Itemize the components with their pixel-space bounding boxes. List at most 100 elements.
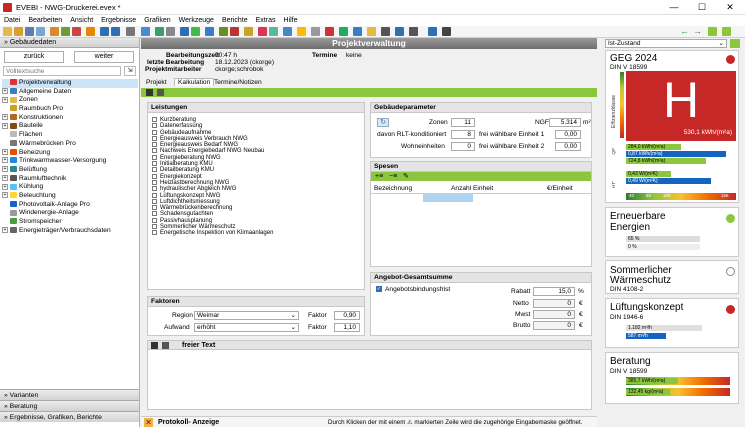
- tree-item-beleuchtung[interactable]: + Beleuchtung: [2, 192, 138, 201]
- checkbox[interactable]: [152, 217, 157, 223]
- edit-row-icon[interactable]: ✎: [403, 172, 409, 181]
- tree-item-flaechen[interactable]: Flächen: [2, 131, 138, 140]
- checkbox[interactable]: [152, 230, 157, 236]
- vent-icon[interactable]: [269, 27, 278, 36]
- green-tool-icon[interactable]: [708, 27, 717, 36]
- copy-icon[interactable]: [126, 27, 135, 36]
- warning-icon[interactable]: [325, 27, 334, 36]
- calc-small-icon[interactable]: [157, 89, 164, 96]
- tree-item-waermebruecken[interactable]: Wärmebrücken Pro: [2, 140, 138, 149]
- tree-item-beheizung[interactable]: + Beheizung: [2, 149, 138, 158]
- state-select[interactable]: Ist-Zustand ⌄: [605, 39, 727, 48]
- aufwand-select[interactable]: erhöht ⌄: [194, 323, 299, 332]
- frist-checkbox[interactable]: ✓: [376, 286, 382, 292]
- grid-icon[interactable]: [141, 27, 150, 36]
- checkbox[interactable]: [152, 224, 157, 230]
- leistung-row[interactable]: Energetische Inspektion von Klimaanlagen: [152, 230, 364, 236]
- tree-item-energietraeger[interactable]: + Energieträger/Verbrauchsdaten: [2, 227, 138, 236]
- redo-icon[interactable]: [111, 27, 120, 36]
- save-text-icon[interactable]: [151, 342, 158, 349]
- checkbox[interactable]: [152, 129, 157, 135]
- checkbox[interactable]: [152, 148, 157, 154]
- menu-berichte[interactable]: Berichte: [218, 15, 252, 26]
- undo-icon[interactable]: [100, 27, 109, 36]
- maximize-icon[interactable]: ☐: [688, 1, 716, 14]
- print-icon[interactable]: [367, 27, 376, 36]
- mail-icon[interactable]: [395, 27, 404, 36]
- calc-icon[interactable]: [191, 27, 200, 36]
- rabatt-field[interactable]: 15,0: [533, 287, 575, 296]
- checkbox[interactable]: [152, 186, 157, 192]
- faktor2-field[interactable]: 1,10: [334, 323, 360, 332]
- tree-item-raumbuch[interactable]: Raumbuch Pro: [2, 105, 138, 114]
- checkbox[interactable]: [152, 142, 157, 148]
- menu-bearbeiten[interactable]: Bearbeiten: [24, 15, 66, 26]
- tree-item-windenergie[interactable]: Windenergie-Anlage: [2, 209, 138, 218]
- info-icon[interactable]: [442, 27, 451, 36]
- green-tool2-icon[interactable]: [722, 27, 731, 36]
- table-icon[interactable]: [155, 27, 164, 36]
- window-icon[interactable]: [205, 27, 214, 36]
- wohneinheiten-field[interactable]: 0: [451, 142, 475, 151]
- checkbox[interactable]: [152, 117, 157, 122]
- folder-icon[interactable]: [50, 27, 59, 36]
- tree-item-allgemeine-daten[interactable]: + Allgemeine Daten: [2, 88, 138, 97]
- plant-icon[interactable]: [219, 27, 228, 36]
- rlt-field[interactable]: 8: [451, 130, 475, 139]
- menu-werkzeuge[interactable]: Werkzeuge: [175, 15, 218, 26]
- export-icon[interactable]: [72, 27, 81, 36]
- checkbox[interactable]: [152, 123, 157, 129]
- erneuerbare-card[interactable]: Erneuerbare Energien 65 % 0 %: [605, 207, 739, 257]
- expand-icon[interactable]: +: [2, 87, 8, 94]
- help-icon[interactable]: [428, 27, 437, 36]
- tree-item-zonen[interactable]: + Zonen: [2, 96, 138, 105]
- add-row-icon[interactable]: +≡: [375, 172, 383, 181]
- pin-icon[interactable]: [730, 39, 740, 48]
- checkbox[interactable]: [152, 135, 157, 141]
- left-header[interactable]: » Gebäudedaten: [0, 38, 139, 48]
- save-small-icon[interactable]: [146, 89, 153, 96]
- expand-icon[interactable]: +: [2, 122, 8, 129]
- tree-item-raumlufttechnik[interactable]: + Raumlufttechnik: [2, 175, 138, 184]
- beratung-card[interactable]: Beratung DIN V 18599 385,7 kWh/(m²a) 132…: [605, 352, 739, 404]
- checkbox[interactable]: [152, 161, 157, 167]
- minimize-icon[interactable]: —: [660, 1, 688, 14]
- tree-item-projektverwaltung[interactable]: Projektverwaltung: [2, 79, 138, 88]
- checkbox[interactable]: [152, 211, 157, 217]
- sun-icon[interactable]: [244, 27, 253, 36]
- cool-icon[interactable]: [283, 27, 292, 36]
- zonen-field[interactable]: 11: [451, 118, 475, 127]
- expand-icon[interactable]: +: [2, 192, 8, 199]
- checkbox[interactable]: [152, 179, 157, 185]
- tree-item-stromspeicher[interactable]: Stromspeicher: [2, 218, 138, 227]
- region-select[interactable]: Weimar ⌄: [194, 311, 299, 320]
- tree-item-konstruktionen[interactable]: + Konstruktionen: [2, 114, 138, 123]
- chart-icon[interactable]: [180, 27, 189, 36]
- checkbox[interactable]: [152, 154, 157, 160]
- expand-icon[interactable]: +: [2, 96, 8, 103]
- expand-icon[interactable]: +: [2, 226, 8, 233]
- checkbox[interactable]: [152, 167, 157, 173]
- spesen-row-selected[interactable]: [423, 194, 473, 202]
- expand-icon[interactable]: +: [2, 183, 8, 190]
- expand-icon[interactable]: +: [2, 148, 8, 155]
- report-icon[interactable]: [353, 27, 362, 36]
- remove-row-icon[interactable]: −≡: [389, 172, 397, 181]
- fwe1-field[interactable]: 0,00: [555, 130, 581, 139]
- back-arrow-icon[interactable]: ←: [680, 27, 689, 36]
- fire-icon[interactable]: [230, 27, 239, 36]
- menu-datei[interactable]: Datei: [0, 15, 24, 26]
- menu-ansicht[interactable]: Ansicht: [66, 15, 97, 26]
- expand-icon[interactable]: +: [2, 166, 8, 173]
- check-icon[interactable]: [339, 27, 348, 36]
- expand-icon[interactable]: +: [2, 157, 8, 164]
- expand-icon[interactable]: +: [2, 174, 8, 181]
- forward-arrow-icon[interactable]: →: [693, 27, 702, 36]
- light-icon[interactable]: [297, 27, 306, 36]
- checkbox[interactable]: [152, 198, 157, 204]
- expand-icon[interactable]: +: [2, 114, 8, 120]
- checkbox[interactable]: [152, 173, 157, 179]
- back-button[interactable]: zurück: [4, 51, 64, 63]
- tree-item-kuehlung[interactable]: + Kühlung: [2, 183, 138, 192]
- faktor1-field[interactable]: 0,90: [334, 311, 360, 320]
